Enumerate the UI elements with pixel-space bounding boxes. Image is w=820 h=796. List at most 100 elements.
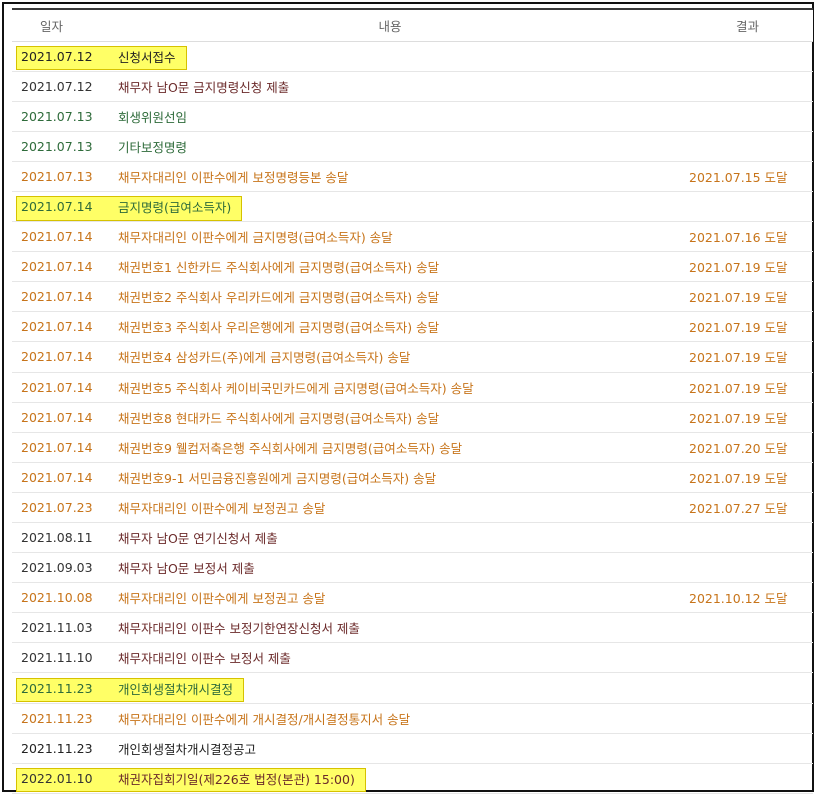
row-content-cell: 채권번호2 주식회사 우리카드에게 금지명령(급여소득자) 송달 (108, 281, 672, 313)
row-date: 2021.07.13 (21, 108, 93, 124)
row-result-cell (672, 71, 813, 102)
row-date-cell: 2021.07.14 (12, 372, 108, 403)
row-content: 신청서접수 (118, 49, 176, 65)
row-result-cell: 2021.07.19 도달 (672, 462, 813, 493)
table-row: 2021.07.12 채무자 남O문 금지명령신청 제출 (12, 71, 813, 102)
row-date: 2021.08.11 (21, 530, 93, 546)
table-row: 2021.07.13 기타보정명령 (12, 131, 813, 162)
row-content: 채무자 남O문 연기신청서 제출 (118, 531, 278, 547)
row-result-cell (672, 131, 813, 162)
row-date: 2021.07.14 (21, 349, 93, 365)
row-result: 2021.07.15 도달 (689, 169, 788, 185)
row-content-cell: 채권번호9-1 서민금융진흥원에게 금지명령(급여소득자) 송달 (108, 462, 672, 493)
row-result-cell (672, 703, 813, 734)
row-date: 2021.10.08 (21, 590, 93, 606)
row-result-cell (672, 642, 813, 674)
table-row: 2021.07.14 채권번호4 삼성카드(주)에게 금지명령(급여소득자) 송달… (12, 341, 813, 373)
row-content-cell: 채무자대리인 이판수에게 개시결정/개시결정통지서 송달 (108, 703, 672, 734)
row-result: 2021.07.19 도달 (689, 410, 788, 426)
row-result-cell: 2021.07.19 도달 (672, 311, 813, 343)
row-content-cell: 신청서접수 (108, 41, 672, 72)
row-date: 2021.07.14 (21, 379, 93, 395)
row-date-cell: 2021.07.23 (12, 492, 108, 524)
row-content-cell: 기타보정명령 (108, 131, 672, 162)
row-date-cell: 2021.07.14 (12, 432, 108, 463)
table-row: 2021.07.14 채권번호5 주식회사 케이비국민카드에게 금지명령(급여소득… (12, 372, 813, 403)
table-row: 2021.11.10 채무자대리인 이판수 보정서 제출 (12, 642, 813, 674)
row-date: 2021.07.14 (21, 469, 93, 485)
row-content-cell: 채무자대리인 이판수에게 보정권고 송달 (108, 582, 672, 614)
row-result-cell (672, 41, 813, 72)
table-row: 2021.07.14 채권번호8 현대카드 주식회사에게 금지명령(급여소득자) … (12, 402, 813, 433)
result-column-header: 결과 (672, 8, 813, 42)
table-row: 2021.07.14 채무자대리인 이판수에게 금지명령(급여소득자) 송달 202… (12, 221, 813, 253)
row-date: 2021.07.14 (21, 439, 93, 455)
row-result-cell: 2021.07.27 도달 (672, 492, 813, 524)
row-content: 채권번호4 삼성카드(주)에게 금지명령(급여소득자) 송달 (118, 350, 411, 366)
row-date: 2021.07.23 (21, 499, 93, 515)
row-content: 회생위원선임 (118, 109, 188, 125)
row-date: 2021.07.14 (21, 199, 93, 215)
row-content-cell: 채무자 남O문 연기신청서 제출 (108, 522, 672, 554)
row-date: 2021.07.13 (21, 138, 93, 154)
case-history-panel: 일자 내용 결과 2021.07.12 신청서접수 2021.07.12 채무자 남O… (2, 2, 814, 794)
row-content: 채무자대리인 이판수 보정서 제출 (118, 651, 291, 667)
row-result-cell: 2021.07.19 도달 (672, 251, 813, 283)
row-result: 2021.07.16 도달 (689, 230, 788, 246)
row-content: 채권번호1 신한카드 주식회사에게 금지명령(급여소득자) 송달 (118, 260, 440, 276)
row-date-cell: 2021.07.14 (12, 462, 108, 493)
row-content: 기타보정명령 (118, 139, 188, 155)
table-row: 2021.11.23 개인회생절차개시결정공고 (12, 733, 813, 764)
row-content: 채권번호2 주식회사 우리카드에게 금지명령(급여소득자) 송달 (118, 290, 440, 306)
row-date-cell: 2021.07.14 (12, 341, 108, 373)
row-result-cell: 2021.07.16 도달 (672, 221, 813, 253)
row-content: 채무자대리인 이판수 보정기한연장신청서 제출 (118, 621, 360, 637)
row-date: 2021.07.14 (21, 289, 93, 305)
row-content-cell: 채권번호3 주식회사 우리은행에게 금지명령(급여소득자) 송달 (108, 311, 672, 343)
row-result-cell: 2021.10.12 도달 (672, 582, 813, 614)
row-date-cell: 2021.09.03 (12, 552, 108, 584)
row-content: 채권번호3 주식회사 우리은행에게 금지명령(급여소득자) 송달 (118, 320, 440, 336)
row-date-cell: 2021.07.14 (12, 281, 108, 313)
row-date: 2022.01.10 (21, 770, 93, 786)
row-content-cell: 회생위원선임 (108, 101, 672, 132)
row-content-cell: 채무자 남O문 금지명령신청 제출 (108, 71, 672, 102)
row-content: 개인회생절차개시결정공고 (118, 741, 257, 757)
row-result: 2021.07.19 도달 (689, 260, 788, 276)
row-content: 채무자대리인 이판수에게 보정권고 송달 (118, 591, 326, 607)
row-result: 2021.07.19 도달 (689, 290, 788, 306)
row-content-cell: 채권번호4 삼성카드(주)에게 금지명령(급여소득자) 송달 (108, 341, 672, 373)
row-content-cell: 채권번호9 웰컴저축은행 주식회사에게 금지명령(급여소득자) 송달 (108, 432, 672, 463)
row-content: 채무자대리인 이판수에게 금지명령(급여소득자) 송달 (118, 230, 393, 246)
row-date-cell: 2021.08.11 (12, 522, 108, 554)
row-content: 채권번호8 현대카드 주식회사에게 금지명령(급여소득자) 송달 (118, 410, 440, 426)
row-date-cell: 2021.07.12 (12, 71, 108, 102)
row-result: 2021.07.19 도달 (689, 350, 788, 366)
row-content-cell: 채무자대리인 이판수 보정서 제출 (108, 642, 672, 674)
row-date: 2021.07.14 (21, 319, 93, 335)
case-history-table: 일자 내용 결과 2021.07.12 신청서접수 2021.07.12 채무자 남O… (12, 8, 813, 794)
row-date: 2021.07.14 (21, 259, 93, 275)
date-column-header: 일자 (12, 8, 108, 42)
row-result-cell: 2021.07.19 도달 (672, 341, 813, 373)
table-row: 2021.07.13 채무자대리인 이판수에게 보정명령등본 송달 2021.07.… (12, 161, 813, 192)
row-content-cell: 채무자대리인 이판수에게 금지명령(급여소득자) 송달 (108, 221, 672, 253)
row-content-cell: 채무자 남O문 보정서 제출 (108, 552, 672, 584)
row-result-cell (672, 763, 813, 794)
row-date-cell: 2021.11.10 (12, 642, 108, 674)
row-content: 채무자 남O문 금지명령신청 제출 (118, 79, 290, 95)
row-content: 채권번호9-1 서민금융진흥원에게 금지명령(급여소득자) 송달 (118, 470, 437, 486)
row-content: 채무자 남O문 보정서 제출 (118, 561, 255, 577)
row-date-cell: 2021.07.14 (12, 402, 108, 433)
content-column-header: 내용 (108, 8, 672, 42)
table-row: 2021.07.14 채권번호1 신한카드 주식회사에게 금지명령(급여소득자) … (12, 251, 813, 283)
table-row: 2021.10.08 채무자대리인 이판수에게 보정권고 송달 2021.10.12… (12, 582, 813, 614)
row-result: 2021.07.19 도달 (689, 320, 788, 336)
row-result-cell: 2021.07.15 도달 (672, 161, 813, 192)
row-result: 2021.07.27 도달 (689, 500, 788, 516)
row-content-cell: 채무자대리인 이판수에게 보정명령등본 송달 (108, 161, 672, 192)
row-date: 2021.07.12 (21, 78, 93, 94)
table-header-row: 일자 내용 결과 (12, 8, 813, 42)
row-date-cell: 2021.07.13 (12, 161, 108, 192)
row-result-cell: 2021.07.19 도달 (672, 402, 813, 433)
